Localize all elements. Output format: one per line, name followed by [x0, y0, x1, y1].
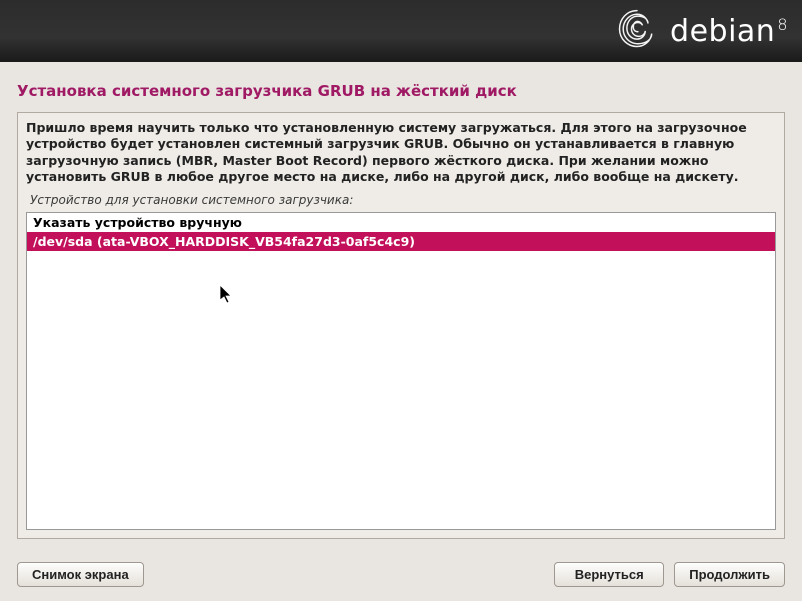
option-manual[interactable]: Указать устройство вручную: [27, 213, 775, 232]
description-text: Пришло время научить только что установл…: [26, 120, 776, 185]
option-dev-sda[interactable]: /dev/sda (ata-VBOX_HARDDISK_VB54fa27d3-0…: [27, 232, 775, 251]
brand-version: 8: [777, 15, 788, 34]
brand-name: debian8: [670, 14, 788, 49]
page-title: Установка системного загрузчика GRUB на …: [17, 82, 785, 100]
device-listbox[interactable]: Указать устройство вручную /dev/sda (ata…: [26, 212, 776, 530]
screenshot-button[interactable]: Снимок экрана: [17, 562, 144, 587]
button-bar: Снимок экрана Вернуться Продолжить: [0, 552, 802, 601]
installer-header: debian8: [0, 0, 802, 62]
continue-button[interactable]: Продолжить: [674, 562, 785, 587]
page-body: Установка системного загрузчика GRUB на …: [0, 62, 802, 552]
device-list-label: Устройство для установки системного загр…: [30, 193, 776, 207]
content-panel: Пришло время научить только что установл…: [17, 112, 785, 539]
back-button[interactable]: Вернуться: [554, 562, 664, 587]
brand-text: debian: [670, 14, 775, 49]
debian-swirl-icon: [614, 6, 660, 56]
